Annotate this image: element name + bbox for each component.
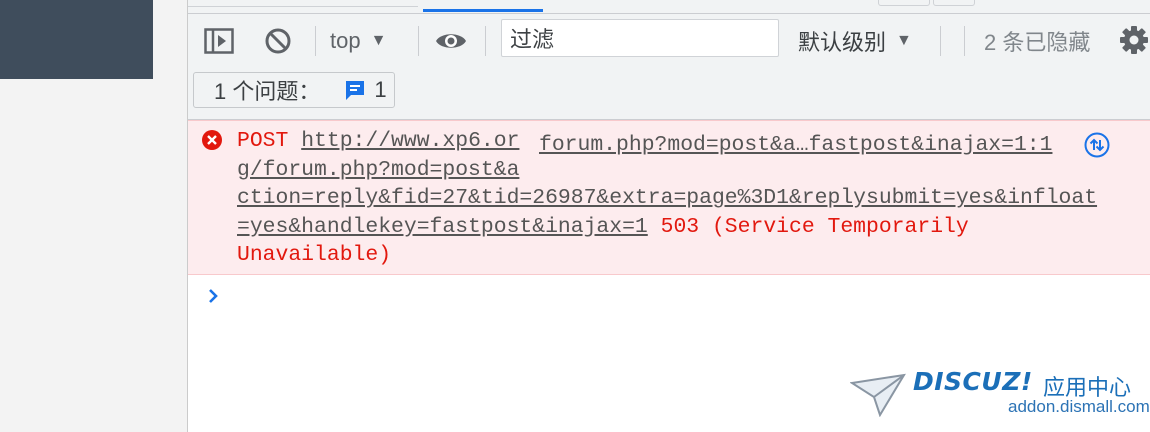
devtools-tab-strip [188, 0, 1150, 14]
tab-button-edge[interactable] [878, 0, 930, 6]
request-method: POST [237, 129, 289, 153]
tab-edge [188, 0, 418, 7]
toolbar-divider [485, 26, 486, 56]
discuz-watermark: DISCUZ! 应用中心 addon.dismall.com [848, 365, 1150, 427]
issues-label: 1 个问题： [214, 79, 321, 104]
show-sidebar-icon[interactable] [203, 26, 235, 56]
gear-icon[interactable] [1118, 24, 1150, 56]
status-text: 503 (Service Temporarily [660, 214, 969, 239]
tab-button-edge[interactable] [933, 0, 975, 6]
clear-console-icon[interactable] [262, 26, 294, 56]
context-selector-label: top [330, 28, 361, 53]
toolbar-divider [315, 26, 316, 56]
console-error-message[interactable]: POST http://www.xp6.or g/forum.php?mod=po… [188, 120, 1150, 275]
watermark-logo-text: DISCUZ! [913, 367, 1033, 396]
toolbar-divider [964, 26, 965, 56]
context-selector[interactable]: top ▼ [330, 26, 386, 56]
request-url-line: ction=reply&fid=27&tid=26987&extra=page%… [237, 186, 1098, 210]
issues-button[interactable]: 1 个问题： 1 [193, 72, 395, 108]
toolbar-divider [940, 26, 941, 56]
console-toolbar: top ▼ 默认级别 ▼ 2 条已隐藏 [188, 14, 1150, 66]
request-url-line: g/forum.php?mod=post&a [237, 157, 520, 182]
tab-console-indicator[interactable] [423, 9, 543, 12]
filter-input[interactable] [501, 19, 779, 57]
watermark-domain: addon.dismall.com [1008, 397, 1150, 416]
console-prompt-chevron-icon[interactable] [206, 286, 226, 306]
toolbar-divider [418, 26, 419, 56]
network-request-icon[interactable] [1084, 132, 1110, 158]
log-level-selector[interactable]: 默认级别 ▼ [798, 26, 912, 56]
hidden-messages-count: 2 条已隐藏 [984, 30, 1091, 55]
live-expression-eye-icon[interactable] [435, 26, 467, 56]
page-dark-panel [0, 0, 153, 79]
status-text-tail: Unavailable) [237, 243, 392, 267]
request-url-line: =yes&handlekey=fastpost&inajax=1 [237, 214, 648, 239]
chevron-down-icon: ▼ [370, 32, 387, 49]
issues-count: 1 [374, 77, 387, 102]
message-bubble-icon [344, 79, 366, 101]
log-level-label: 默认级别 [798, 30, 887, 55]
paper-plane-icon [850, 373, 906, 417]
source-link[interactable]: forum.php?mod=post&a…fastpost&inajax=1:1 [539, 131, 1052, 160]
issues-bar: 1 个问题： 1 [188, 66, 1150, 120]
chevron-down-icon: ▼ [896, 32, 912, 49]
error-icon [202, 130, 222, 150]
page-background [0, 0, 188, 432]
request-url-line: http://www.xp6.or [301, 129, 520, 153]
